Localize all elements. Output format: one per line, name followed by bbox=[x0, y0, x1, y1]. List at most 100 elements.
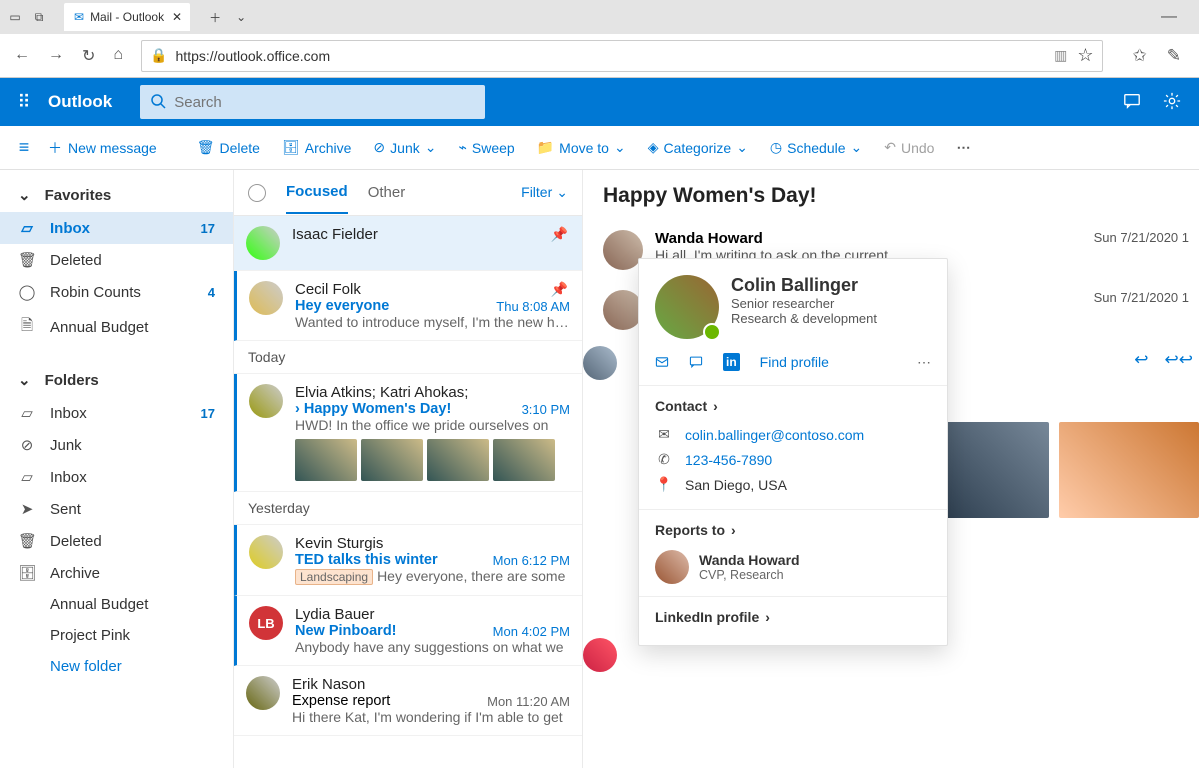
attachment-thumb[interactable] bbox=[295, 439, 357, 481]
folder-label: Junk bbox=[50, 437, 82, 454]
categorize-button[interactable]: ◈Categorize⌄ bbox=[648, 139, 748, 156]
folder-item[interactable]: 🗄Archive bbox=[0, 557, 233, 589]
profile-more-icon[interactable]: ⋯ bbox=[917, 354, 931, 371]
linkedin-section-header[interactable]: LinkedIn profile› bbox=[655, 609, 931, 625]
tab-actions-icon[interactable]: ▭ bbox=[6, 8, 24, 26]
folder-item[interactable]: 🗑Deleted bbox=[0, 244, 233, 276]
message-item[interactable]: Erik NasonExpense reportHi there Kat, I'… bbox=[234, 666, 582, 736]
new-message-button[interactable]: ＋ New message bbox=[48, 138, 157, 158]
folder-item[interactable]: ➤Sent bbox=[0, 493, 233, 525]
contact-section-header[interactable]: Contact› bbox=[655, 398, 931, 414]
browser-tab[interactable]: ✉ Mail - Outlook ✕ bbox=[64, 3, 190, 31]
send-mail-icon[interactable] bbox=[655, 354, 669, 370]
folder-label: Deleted bbox=[50, 252, 102, 269]
tab-aside-icon[interactable]: ⧉ bbox=[30, 8, 48, 26]
contact-email-row[interactable]: ✉colin.ballinger@contoso.com bbox=[655, 422, 931, 447]
notes-icon[interactable]: ✎ bbox=[1167, 46, 1181, 66]
new-tab-button[interactable]: ＋ bbox=[206, 8, 224, 26]
app-launcher-icon[interactable]: ⠿ bbox=[0, 92, 48, 113]
contact-phone-row[interactable]: ✆123-456-7890 bbox=[655, 447, 931, 472]
browser-toolbar: ← → ↻ ⌂ 🔒 https://outlook.office.com ▥ ☆… bbox=[0, 34, 1199, 78]
favorite-icon[interactable]: ☆ bbox=[1077, 45, 1093, 66]
tab-chevron-icon[interactable]: ⌄ bbox=[232, 8, 250, 26]
contact-phone: 123-456-7890 bbox=[685, 452, 772, 468]
tab-other[interactable]: Other bbox=[368, 184, 406, 213]
inbox-icon: ▱ bbox=[18, 219, 36, 237]
folder-pane: ⌄ Favorites ▱Inbox17🗑Deleted◯Robin Count… bbox=[0, 170, 233, 768]
folder-item[interactable]: ▱Inbox17 bbox=[0, 397, 233, 429]
folder-item[interactable]: 🗑Deleted bbox=[0, 525, 233, 557]
close-tab-icon[interactable]: ✕ bbox=[172, 10, 182, 24]
folder-item[interactable]: ▱Inbox17 bbox=[0, 212, 233, 244]
folder-item[interactable]: Project Pink bbox=[0, 620, 233, 651]
favorites-bar-icon[interactable]: ✩ bbox=[1133, 46, 1147, 66]
favorites-header[interactable]: ⌄ Favorites bbox=[0, 178, 233, 212]
sent-icon: ➤ bbox=[18, 500, 36, 518]
sender-name: Isaac Fielder bbox=[292, 226, 570, 243]
refresh-button[interactable]: ↻ bbox=[82, 46, 95, 66]
new-folder-button[interactable]: New folder bbox=[0, 651, 233, 682]
start-chat-icon[interactable] bbox=[689, 354, 703, 370]
more-commands-button[interactable]: ⋯ bbox=[956, 139, 972, 156]
folder-item[interactable]: ▱Inbox bbox=[0, 461, 233, 493]
folder-item[interactable]: 🗎Annual Budget bbox=[0, 308, 233, 347]
home-button[interactable]: ⌂ bbox=[113, 46, 123, 66]
tab-focused[interactable]: Focused bbox=[286, 183, 348, 214]
find-profile-link[interactable]: Find profile bbox=[760, 354, 829, 370]
attachment-thumb[interactable] bbox=[493, 439, 555, 481]
archive-icon: 🗄 bbox=[282, 139, 300, 156]
schedule-label: Schedule bbox=[787, 140, 845, 156]
archive-button[interactable]: 🗄Archive bbox=[282, 139, 351, 156]
hamburger-icon[interactable]: ≡ bbox=[0, 137, 48, 158]
folder-item[interactable]: Annual Budget bbox=[0, 589, 233, 620]
minimize-button[interactable]: — bbox=[1161, 8, 1177, 26]
message-item[interactable]: Elvia Atkins; Katri Ahokas;› Happy Women… bbox=[234, 374, 582, 492]
schedule-button[interactable]: ◷Schedule⌄ bbox=[770, 139, 862, 156]
sender-avatar bbox=[246, 226, 280, 260]
junk-button[interactable]: ⊘Junk⌄ bbox=[373, 139, 436, 156]
manager-title: CVP, Research bbox=[699, 568, 800, 582]
folder-label: Inbox bbox=[50, 220, 90, 237]
attachment-thumb[interactable] bbox=[361, 439, 423, 481]
message-time: 3:10 PM bbox=[522, 402, 570, 417]
delete-label: Delete bbox=[219, 140, 259, 156]
move-to-button[interactable]: 📁Move to⌄ bbox=[537, 139, 626, 156]
reports-to-person[interactable]: Wanda Howard CVP, Research bbox=[655, 546, 931, 584]
chat-icon[interactable] bbox=[1123, 92, 1141, 113]
search-box[interactable] bbox=[140, 85, 485, 119]
manager-avatar bbox=[655, 550, 689, 584]
conversation-avatar bbox=[583, 638, 617, 672]
search-input[interactable] bbox=[174, 94, 475, 111]
reading-view-icon[interactable]: ▥ bbox=[1054, 47, 1067, 64]
folder-label: Archive bbox=[50, 565, 100, 582]
message-item[interactable]: Kevin SturgisTED talks this winterLandsc… bbox=[234, 525, 582, 596]
folder-label: Inbox bbox=[50, 405, 87, 422]
chevron-down-icon: ⌄ bbox=[18, 186, 31, 204]
filter-button[interactable]: Filter⌄ bbox=[521, 184, 568, 201]
forward-button[interactable]: → bbox=[48, 46, 64, 66]
attachment-thumbnail[interactable] bbox=[1059, 422, 1199, 518]
reports-to-header[interactable]: Reports to› bbox=[655, 522, 931, 538]
linkedin-icon[interactable]: in bbox=[723, 353, 740, 371]
address-bar[interactable]: 🔒 https://outlook.office.com ▥ ☆ bbox=[141, 40, 1102, 72]
reading-pane: Happy Women's Day! Wanda Howard Hi all, … bbox=[583, 170, 1199, 768]
pin-icon[interactable]: 📌 bbox=[551, 226, 568, 243]
delete-button[interactable]: 🗑Delete bbox=[197, 139, 260, 156]
settings-icon[interactable] bbox=[1163, 92, 1181, 113]
pin-icon[interactable]: 📌 bbox=[551, 281, 568, 298]
reply-all-icon[interactable]: ↩↩ bbox=[1165, 350, 1194, 370]
sweep-button[interactable]: ⌁Sweep bbox=[458, 139, 514, 156]
folder-item[interactable]: ⊘Junk bbox=[0, 429, 233, 461]
undo-button[interactable]: ↶Undo bbox=[884, 139, 934, 156]
profile-avatar bbox=[655, 275, 719, 339]
attachment-thumb[interactable] bbox=[427, 439, 489, 481]
message-item[interactable]: Isaac Fielder📌 bbox=[234, 216, 582, 271]
reply-icon[interactable]: ↩ bbox=[1134, 350, 1148, 370]
suite-header: ⠿ Outlook bbox=[0, 78, 1199, 126]
select-all-checkbox[interactable] bbox=[248, 184, 266, 202]
folder-item[interactable]: ◯Robin Counts4 bbox=[0, 276, 233, 308]
back-button[interactable]: ← bbox=[14, 46, 30, 66]
folders-header[interactable]: ⌄ Folders bbox=[0, 363, 233, 397]
message-item[interactable]: Cecil FolkHey everyoneWanted to introduc… bbox=[234, 271, 582, 341]
message-item[interactable]: LB Lydia BauerNew Pinboard!Anybody have … bbox=[234, 596, 582, 666]
